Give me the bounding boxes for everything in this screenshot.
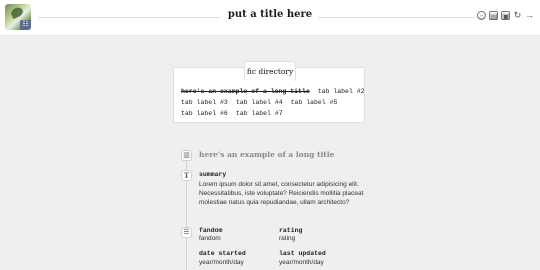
header-divider-left (38, 17, 220, 18)
inbox-icon[interactable]: ▣ (501, 11, 510, 21)
entry-title: here's an example of a long title (199, 150, 335, 159)
tab-row: tab label #6 tab label #7 (181, 108, 361, 119)
archive-icon[interactable]: ▤ (489, 11, 498, 21)
home-icon[interactable]: ⌂ (477, 11, 486, 21)
header-divider-right (318, 17, 478, 18)
last-updated-label: last updated (279, 250, 326, 257)
fandom-value: fandom (199, 235, 221, 242)
date-started-value: year/month/day (199, 259, 244, 266)
refresh-icon[interactable]: ↻ (513, 11, 522, 20)
site-title[interactable]: put a title here (200, 9, 340, 20)
summary-label: summary (199, 171, 227, 178)
rating-value: rating (279, 235, 296, 242)
text-icon: T (181, 170, 192, 181)
date-started-label: date started (199, 250, 246, 257)
last-updated-value: year/month/day (279, 259, 324, 266)
tab-7[interactable]: tab label #7 (236, 108, 283, 119)
log-out-icon[interactable]: → (525, 11, 534, 20)
tab-2[interactable]: tab label #2 (318, 86, 365, 97)
avatar-image (9, 5, 25, 20)
top-bar: ☷ put a title here ⌂ ▤ ▣ ↻ → (0, 0, 540, 36)
info-icon: ☰ (181, 227, 192, 238)
tab-3[interactable]: tab label #3 (181, 97, 228, 108)
tab-6[interactable]: tab label #6 (181, 108, 228, 119)
avatar[interactable]: ☷ (5, 4, 31, 30)
tab-4[interactable]: tab label #4 (236, 97, 283, 108)
tab-row: here's an example of a long title tab la… (181, 86, 365, 97)
fandom-label: fandom (199, 227, 223, 234)
tab-row: tab label #3 tab label #4 tab label #5 (181, 97, 361, 108)
rating-label: rating (279, 227, 303, 234)
fic-directory-heading: fic directory (244, 61, 296, 81)
tab-5[interactable]: tab label #5 (291, 97, 338, 108)
book-icon: ▥ (181, 150, 192, 161)
directory-tabs: here's an example of a long title tab la… (181, 86, 365, 119)
avatar-badge-icon: ☷ (20, 20, 31, 30)
tab-1[interactable]: here's an example of a long title (181, 86, 310, 97)
summary-text: Lorem ipsum dolor sit amet, consectetur … (199, 181, 364, 206)
top-icons: ⌂ ▤ ▣ ↻ → (477, 11, 534, 21)
